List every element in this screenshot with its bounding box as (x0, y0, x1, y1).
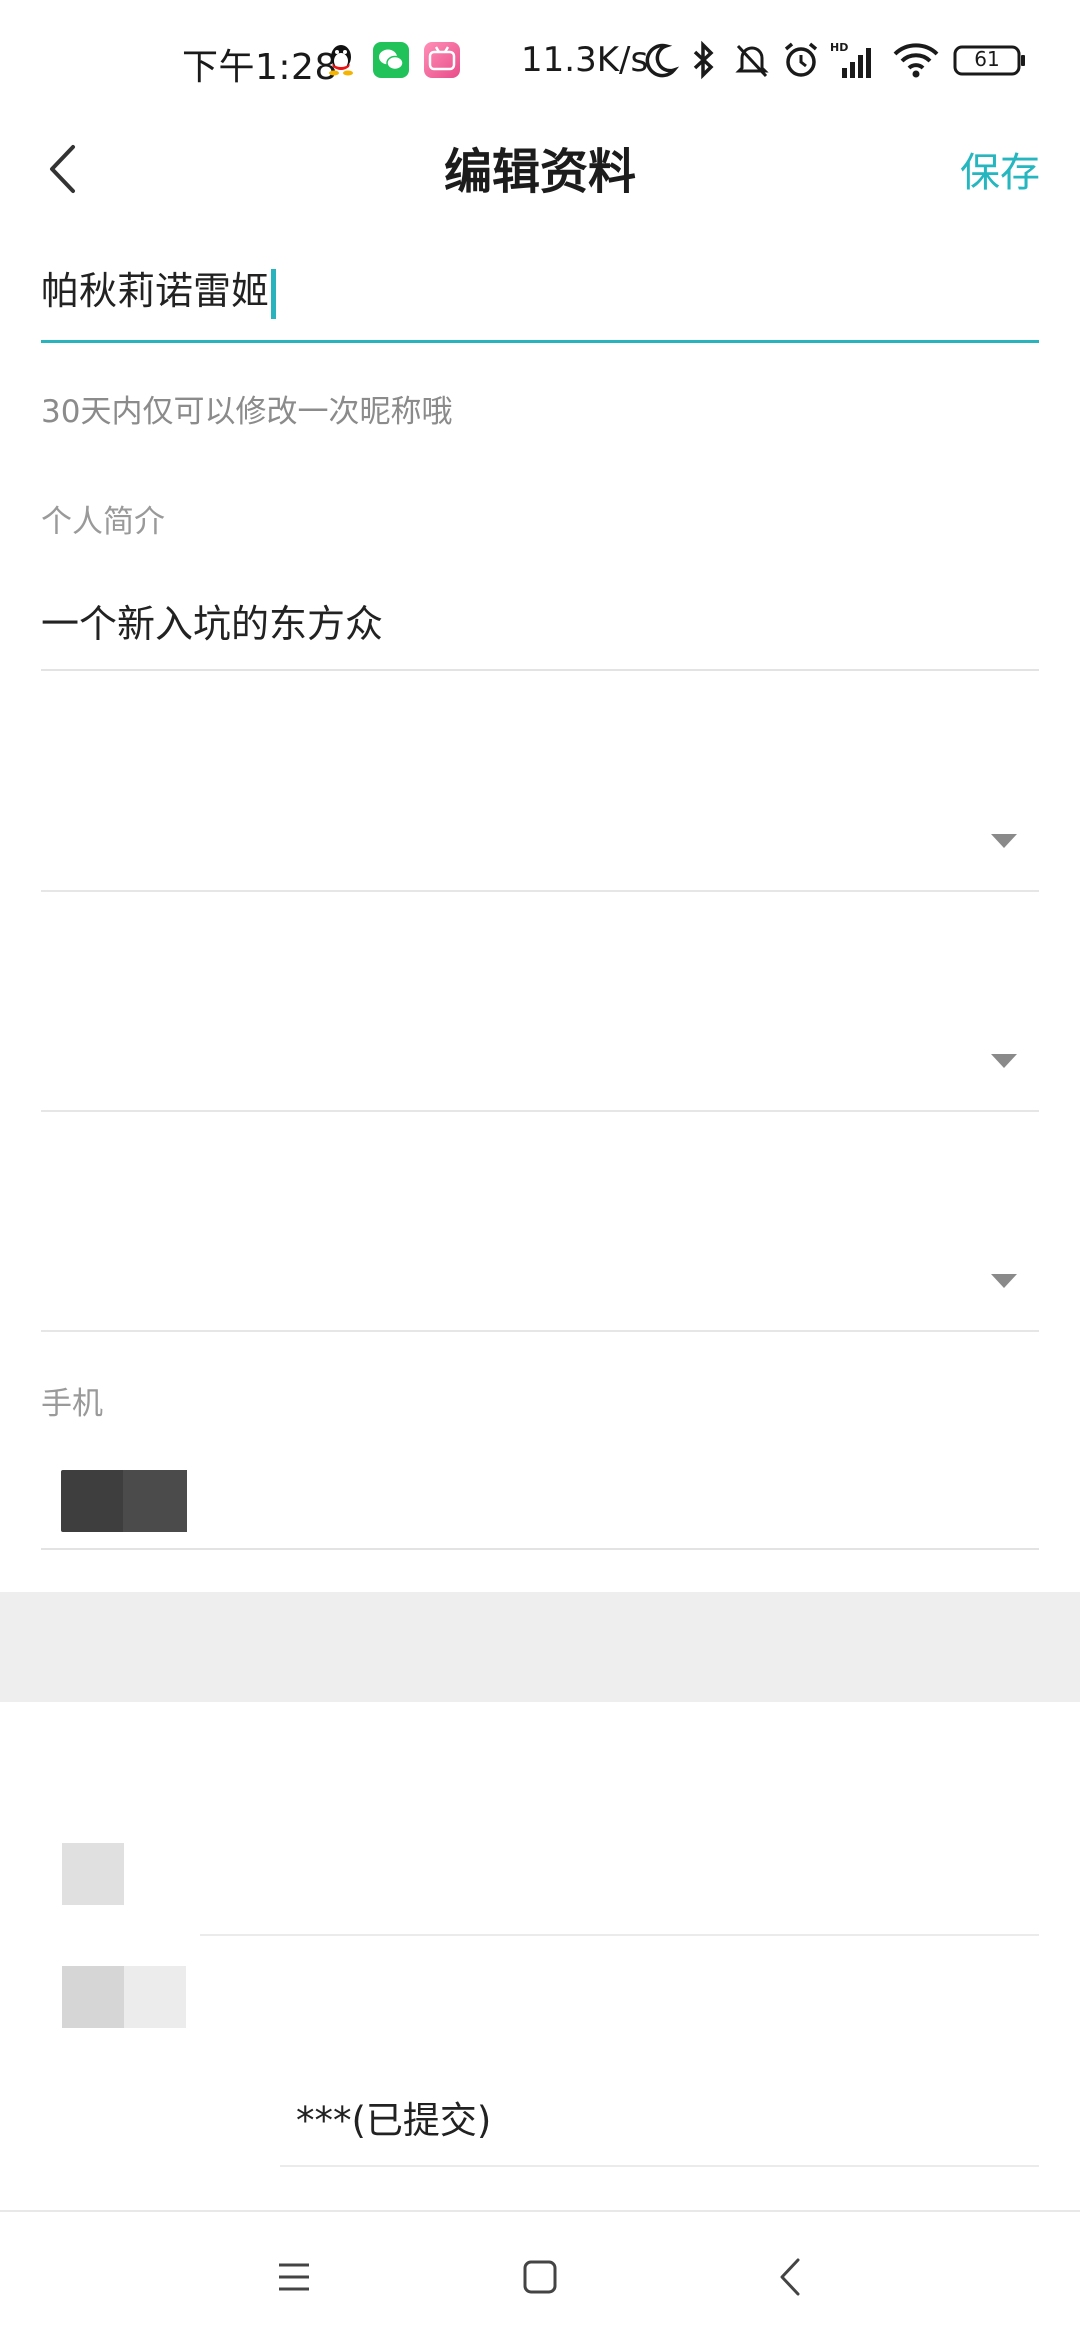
back-icon (780, 2258, 800, 2296)
header: 编辑资料 保存 (0, 110, 1080, 230)
home-button[interactable] (480, 2212, 600, 2342)
wifi-icon (892, 40, 940, 80)
qq-icon (325, 42, 357, 76)
bio-label: 个人简介 (41, 504, 165, 540)
save-button[interactable]: 保存 (960, 140, 1040, 198)
alarm-icon (781, 40, 821, 80)
bilibili-icon (424, 42, 460, 78)
nickname-hint: 30天内仅可以修改一次昵称哦 (41, 394, 453, 430)
home-square-icon (523, 2260, 557, 2294)
network-speed: 11.3K/s (521, 40, 649, 80)
dropdown-row[interactable] (41, 740, 1039, 892)
status-bar: 下午1:28 11.3K/s HD 61 (0, 0, 1080, 110)
menu-button[interactable] (234, 2212, 354, 2342)
status-time: 下午1:28 (182, 47, 338, 88)
battery-level: 61 (974, 47, 1000, 71)
bio-value: 一个新入坑的东方众 (41, 602, 384, 646)
verification-value[interactable]: ***(已提交) (296, 2090, 491, 2144)
nav-back-button[interactable] (730, 2212, 850, 2342)
redacted-block (61, 1470, 187, 1532)
chevron-down-icon[interactable] (991, 834, 1017, 848)
svg-text:HD: HD (830, 41, 848, 54)
chevron-down-icon[interactable] (991, 1054, 1017, 1068)
dropdown-row[interactable] (41, 960, 1039, 1112)
nickname-value-wrap: 帕秋莉诺雷姬 (41, 260, 277, 319)
wechat-icon (373, 42, 409, 78)
signal-icon: HD (830, 40, 876, 80)
bluetooth-icon (688, 40, 728, 80)
system-nav-bar (0, 2210, 1080, 2342)
nickname-input[interactable]: 帕秋莉诺雷姬 (41, 252, 1039, 343)
moon-icon (640, 40, 680, 80)
phone-field[interactable] (41, 1450, 1039, 1550)
text-cursor (271, 268, 277, 319)
bio-input[interactable]: 一个新入坑的东方众 (41, 575, 1039, 671)
battery-icon: 61 (953, 40, 1027, 80)
row-divider (200, 1934, 1039, 1936)
nickname-value: 帕秋莉诺雷姬 (41, 269, 270, 313)
redacted-block (62, 1966, 186, 2028)
dropdown-row[interactable] (41, 1180, 1039, 1332)
redacted-block (62, 1843, 124, 1905)
page-title: 编辑资料 (443, 144, 636, 200)
bell-off-icon (732, 40, 772, 80)
row-divider (280, 2165, 1039, 2167)
menu-icon (279, 2263, 309, 2291)
chevron-down-icon[interactable] (991, 1274, 1017, 1288)
section-divider (0, 1592, 1080, 1702)
phone-label: 手机 (41, 1386, 103, 1422)
